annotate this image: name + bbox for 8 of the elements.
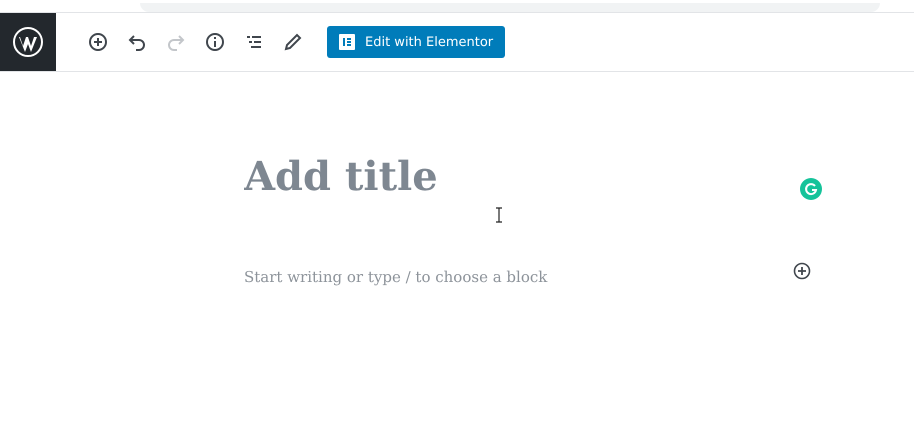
elementor-button[interactable]: Edit with Elementor	[327, 26, 506, 58]
add-block-icon[interactable]	[793, 262, 811, 280]
logo-tile[interactable]	[0, 13, 56, 71]
elementor-icon	[339, 34, 355, 50]
add-block-icon	[86, 30, 110, 54]
info-icon	[203, 30, 227, 54]
wordpress-logo-icon	[12, 26, 44, 58]
text-cursor-icon	[495, 207, 503, 223]
